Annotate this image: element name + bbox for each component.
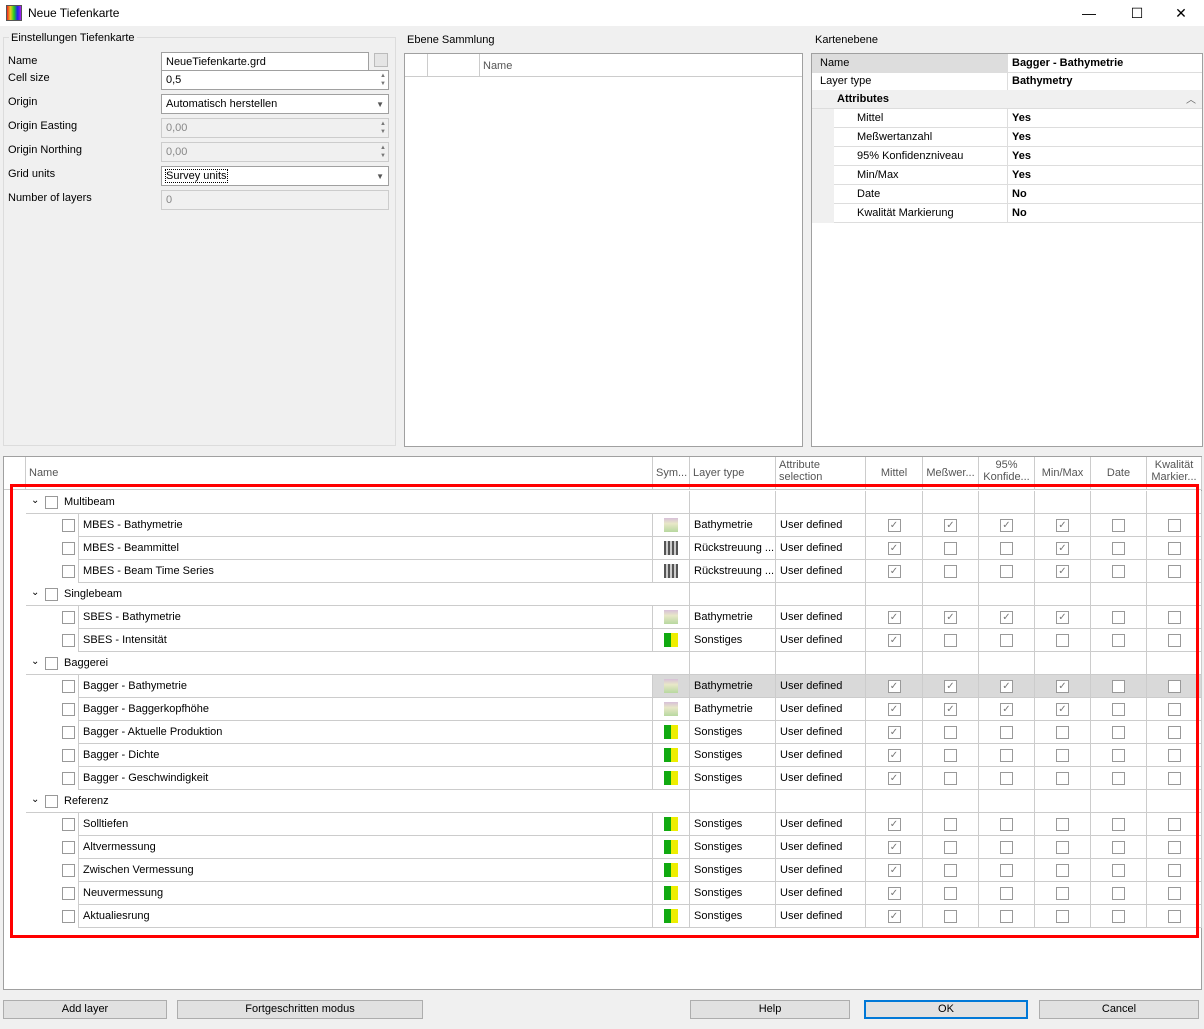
collection-list[interactable]: Name: [404, 53, 803, 447]
easting-value: 0,00: [166, 122, 188, 134]
app-icon: [6, 5, 22, 21]
easting-label: Origin Easting: [8, 120, 78, 132]
easting-input: 0,00 ▲ ▼: [161, 118, 389, 138]
property-value: Bathymetry: [1012, 75, 1073, 87]
chevron-down-icon: ▼: [376, 172, 384, 181]
chevron-up-icon[interactable]: ︿: [1186, 91, 1196, 106]
divider: [1007, 128, 1008, 147]
maximize-button[interactable]: ☐: [1114, 0, 1160, 26]
origin-value: Automatisch herstellen: [166, 98, 278, 110]
origin-select[interactable]: Automatisch herstellen ▼: [161, 94, 389, 114]
indent: [812, 204, 834, 223]
name-input[interactable]: NeueTiefenkarte.grd: [161, 52, 369, 72]
settings-title: Einstellungen Tiefenkarte: [9, 32, 137, 44]
attribute-name: Meßwertanzahl: [857, 131, 933, 143]
highlight-rectangle: [10, 484, 1199, 938]
spinner-icon[interactable]: ▲ ▼: [380, 72, 386, 88]
divider: [1007, 166, 1008, 185]
name-label: Name: [8, 55, 38, 67]
attribute-value: Yes: [1012, 112, 1031, 124]
window-title: Neue Tiefenkarte: [28, 6, 120, 20]
attribute-value: Yes: [1012, 131, 1031, 143]
map-layer-title: Kartenebene: [815, 34, 878, 46]
ok-button[interactable]: OK: [864, 1000, 1028, 1019]
minimize-button[interactable]: —: [1066, 0, 1112, 26]
title-bar: Neue Tiefenkarte — ☐ ✕: [0, 0, 1204, 26]
spinner-icon: ▲ ▼: [380, 121, 386, 135]
indent: [812, 166, 834, 185]
divider: [1007, 72, 1008, 90]
attribute-row[interactable]: Min/Max Yes: [812, 166, 1202, 185]
attributes-category[interactable]: Attributes ︿: [812, 90, 1202, 109]
browse-button[interactable]: [374, 53, 388, 67]
attribute-name: 95% Konfidenzniveau: [857, 150, 964, 162]
attribute-row[interactable]: Date No: [812, 185, 1202, 204]
divider: [1007, 109, 1008, 128]
property-name: Layer type: [820, 75, 872, 87]
attribute-row[interactable]: Kwalität Markierung No: [812, 204, 1202, 223]
layers-count-field: 0: [161, 190, 389, 210]
grid-units-label: Grid units: [8, 168, 56, 180]
property-name: Name: [820, 57, 850, 69]
attribute-value: No: [1012, 188, 1027, 200]
attribute-name: Date: [857, 188, 881, 200]
property-grid: Name Bagger - Bathymetrie Layer type Bathym…: [811, 53, 1203, 447]
divider: [1007, 54, 1008, 72]
grid-units-value: Survey units: [165, 169, 228, 183]
spinner-icon: ▲ ▼: [380, 145, 386, 159]
attribute-value: No: [1012, 207, 1027, 219]
attribute-value: Yes: [1012, 169, 1031, 181]
indent: [812, 147, 834, 166]
help-button[interactable]: Help: [690, 1000, 850, 1019]
divider: [1007, 185, 1008, 204]
cancel-button[interactable]: Cancel: [1039, 1000, 1199, 1019]
indent: [812, 128, 834, 147]
collection-col-name[interactable]: Name: [483, 60, 512, 72]
chevron-down-icon: ▼: [376, 100, 384, 109]
layers-label: Number of layers: [8, 192, 92, 204]
cell-size-label: Cell size: [8, 72, 50, 84]
grid-units-select[interactable]: Survey units ▼: [161, 166, 389, 186]
indent: [812, 109, 834, 128]
divider: [1007, 204, 1008, 223]
attribute-row[interactable]: Mittel Yes: [812, 109, 1202, 128]
advanced-mode-button[interactable]: Fortgeschritten modus: [177, 1000, 423, 1019]
property-row[interactable]: Layer type Bathymetry: [812, 72, 1202, 91]
property-value: Bagger - Bathymetrie: [1012, 57, 1124, 69]
close-button[interactable]: ✕: [1158, 0, 1204, 26]
northing-label: Origin Northing: [8, 144, 82, 156]
cell-size-input[interactable]: 0,5 ▲ ▼: [161, 70, 389, 90]
attribute-value: Yes: [1012, 150, 1031, 162]
add-layer-button[interactable]: Add layer: [3, 1000, 167, 1019]
attribute-name: Min/Max: [857, 169, 899, 181]
cell-size-value: 0,5: [166, 74, 182, 86]
attribute-name: Kwalität Markierung: [857, 207, 954, 219]
attribute-row[interactable]: Meßwertanzahl Yes: [812, 128, 1202, 147]
attribute-row[interactable]: 95% Konfidenzniveau Yes: [812, 147, 1202, 166]
origin-label: Origin: [8, 96, 38, 108]
attribute-name: Mittel: [857, 112, 884, 124]
indent: [812, 185, 834, 204]
property-row[interactable]: Name Bagger - Bathymetrie: [812, 54, 1202, 73]
divider: [1007, 147, 1008, 166]
attributes-title: Attributes: [837, 93, 889, 105]
northing-input: 0,00 ▲ ▼: [161, 142, 389, 162]
northing-value: 0,00: [166, 146, 188, 158]
collection-title: Ebene Sammlung: [407, 34, 495, 46]
